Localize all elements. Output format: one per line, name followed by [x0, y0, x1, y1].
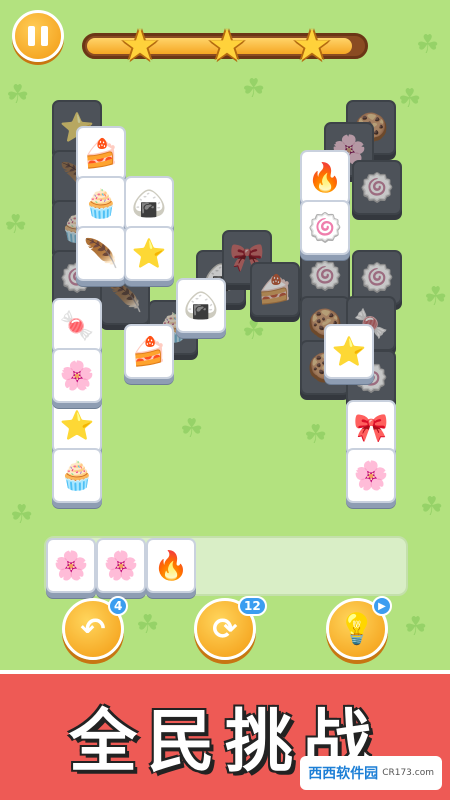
flower-icon: 🌸 [59, 358, 95, 392]
star-cookie-icon: ⭐ [131, 236, 167, 270]
campfire-tile[interactable]: 🔥 [300, 150, 350, 205]
clover-decoration-icon: ☘ [420, 492, 444, 522]
game-screen: ☘ ☘ ☘ ☘ ☘ ☘ ☘ ☘ ☘ ☘ ☘ ☘ ☘ ★ ★ ★ ⭐ 🪶 🧁 🍥 … [0, 0, 450, 800]
star-cookie-tile[interactable]: ⭐ [324, 324, 374, 379]
undo-arrow-icon: ↶ [80, 611, 106, 647]
cupcake-tile[interactable]: 🍰 [76, 126, 126, 181]
rice-dumpling-icon: 🍙 [183, 288, 219, 322]
clover-decoration-icon: ☘ [4, 210, 28, 240]
lightbulb-icon: 💡 [338, 611, 376, 647]
clover-decoration-icon: ☘ [304, 420, 328, 450]
muffin-icon: 🧁 [83, 186, 119, 220]
star-icon: ★ [207, 20, 247, 71]
clover-decoration-icon: ☘ [136, 610, 160, 640]
muffin-tile[interactable]: 🧁 [76, 176, 126, 231]
rice-dumpling-tile[interactable]: 🍙 [124, 176, 174, 231]
star-icon: ★ [292, 20, 332, 71]
swiss-roll-tile[interactable]: 🍥 [300, 200, 350, 255]
star-cookie-icon: ⭐ [59, 408, 95, 442]
star-cookie-tile[interactable]: ⭐ [52, 398, 102, 453]
campfire-icon: 🔥 [153, 548, 189, 582]
campfire-icon: 🔥 [307, 160, 343, 194]
flower-icon: 🌸 [353, 458, 389, 492]
rice-dumpling-tile[interactable]: 🍙 [176, 278, 226, 333]
clover-decoration-icon: ☘ [404, 612, 428, 642]
watermark-logo: 西西软件园 CR173.com [300, 756, 442, 790]
clover-decoration-icon: ☘ [6, 80, 30, 110]
candy-tile[interactable]: 🍬 [52, 298, 102, 353]
star-cookie-tile[interactable]: ⭐ [124, 226, 174, 281]
rice-dumpling-icon: 🍙 [131, 186, 167, 220]
shuffle-count-badge: 12 [238, 596, 267, 616]
muffin-tile[interactable]: 🧁 [52, 448, 102, 503]
tray-campfire-tile: 🔥 [146, 538, 196, 593]
swiss-roll-icon: 🍥 [307, 210, 343, 244]
cupcake-icon: 🍰 [131, 334, 167, 368]
covered-tile: 🍥 [300, 248, 350, 303]
flower-tile[interactable]: 🌸 [346, 448, 396, 503]
cupcake-icon: 🍰 [83, 136, 119, 170]
bow-tile[interactable]: 🎀 [346, 400, 396, 455]
tray-flower-tile: 🌸 [96, 538, 146, 593]
flower-tile[interactable]: 🌸 [52, 348, 102, 403]
candy-icon: 🍬 [59, 308, 95, 342]
covered-tile: 🍰 [250, 262, 300, 317]
clover-decoration-icon: ☘ [242, 74, 266, 104]
feather-tile[interactable]: 🪶 [76, 226, 126, 281]
watermark-site: CR173.com [382, 768, 434, 778]
muffin-icon: 🧁 [59, 458, 95, 492]
cupcake-tile[interactable]: 🍰 [124, 324, 174, 379]
video-ad-icon: ▶ [372, 596, 392, 616]
star-icon: ★ [120, 20, 160, 71]
flower-icon: 🌸 [103, 548, 139, 582]
clover-decoration-icon: ☘ [10, 500, 34, 530]
clover-decoration-icon: ☘ [398, 84, 422, 114]
star-cookie-icon: ⭐ [331, 334, 367, 368]
bow-icon: 🎀 [353, 410, 389, 444]
clover-decoration-icon: ☘ [180, 414, 204, 444]
watermark-brand: 西西软件园 [308, 766, 379, 782]
covered-tile: 🍥 [352, 160, 402, 215]
shuffle-icon: ⟳ [212, 611, 238, 647]
clover-decoration-icon: ☘ [416, 30, 440, 60]
pause-icon [28, 26, 35, 46]
pause-button[interactable] [12, 10, 64, 62]
flower-icon: 🌸 [53, 548, 89, 582]
tray-flower-tile: 🌸 [46, 538, 96, 593]
undo-count-badge: 4 [108, 596, 129, 616]
clover-decoration-icon: ☘ [242, 316, 266, 346]
feather-icon: 🪶 [83, 236, 119, 270]
clover-decoration-icon: ☘ [424, 282, 448, 312]
